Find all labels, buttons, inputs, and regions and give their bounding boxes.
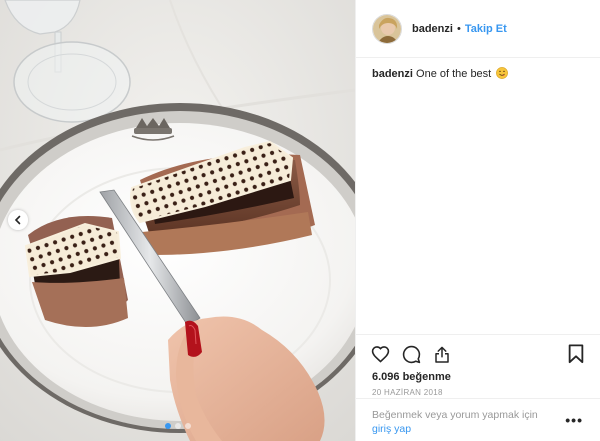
separator-dot: • bbox=[456, 22, 461, 35]
post-side-panel: badenzi • Takip Et badenzi One of the be… bbox=[355, 0, 600, 441]
post-photo[interactable] bbox=[0, 0, 355, 441]
post-header: badenzi • Takip Et bbox=[356, 0, 600, 58]
post-caption: badenzi One of the best bbox=[372, 67, 587, 81]
carousel-dot bbox=[184, 423, 191, 429]
comment-button[interactable] bbox=[401, 344, 421, 364]
follow-button[interactable]: Takip Et bbox=[465, 23, 507, 35]
carousel-prev-button[interactable] bbox=[8, 210, 28, 230]
login-prompt: Beğenmek veya yorum yapmak için giriş ya… bbox=[372, 408, 557, 436]
login-link[interactable]: giriş yap bbox=[372, 423, 411, 435]
savoring-food-emoji bbox=[496, 67, 509, 79]
carousel-dot bbox=[174, 423, 181, 429]
caption-username[interactable]: badenzi bbox=[372, 68, 413, 80]
login-prompt-text: Beğenmek veya yorum yapmak için bbox=[372, 409, 538, 421]
avatar[interactable] bbox=[372, 13, 402, 44]
header-username[interactable]: badenzi bbox=[412, 23, 453, 35]
chevron-left-icon bbox=[14, 215, 21, 225]
like-button[interactable] bbox=[370, 344, 390, 364]
carousel-indicator bbox=[0, 423, 355, 429]
share-icon bbox=[435, 346, 449, 363]
comment-icon bbox=[402, 345, 420, 363]
profile-picture bbox=[373, 14, 401, 43]
post-date[interactable]: 20 HAZİRAN 2018 bbox=[372, 388, 443, 397]
action-bar bbox=[356, 335, 600, 373]
likes-count[interactable]: 6.096 beğenme bbox=[372, 371, 451, 383]
instagram-post: badenzi • Takip Et badenzi One of the be… bbox=[0, 0, 600, 441]
heart-icon bbox=[371, 346, 389, 363]
carousel-dot bbox=[164, 423, 171, 429]
post-actions-section: 6.096 beğenme 20 HAZİRAN 2018 bbox=[356, 334, 600, 397]
bookmark-icon bbox=[568, 344, 584, 364]
caption-text: One of the best bbox=[416, 68, 492, 80]
comment-login-bar: Beğenmek veya yorum yapmak için giriş ya… bbox=[356, 398, 600, 441]
share-button[interactable] bbox=[432, 344, 452, 364]
more-options-button[interactable]: ••• bbox=[565, 412, 583, 428]
eclair-photo bbox=[0, 0, 355, 441]
save-button[interactable] bbox=[567, 344, 585, 364]
